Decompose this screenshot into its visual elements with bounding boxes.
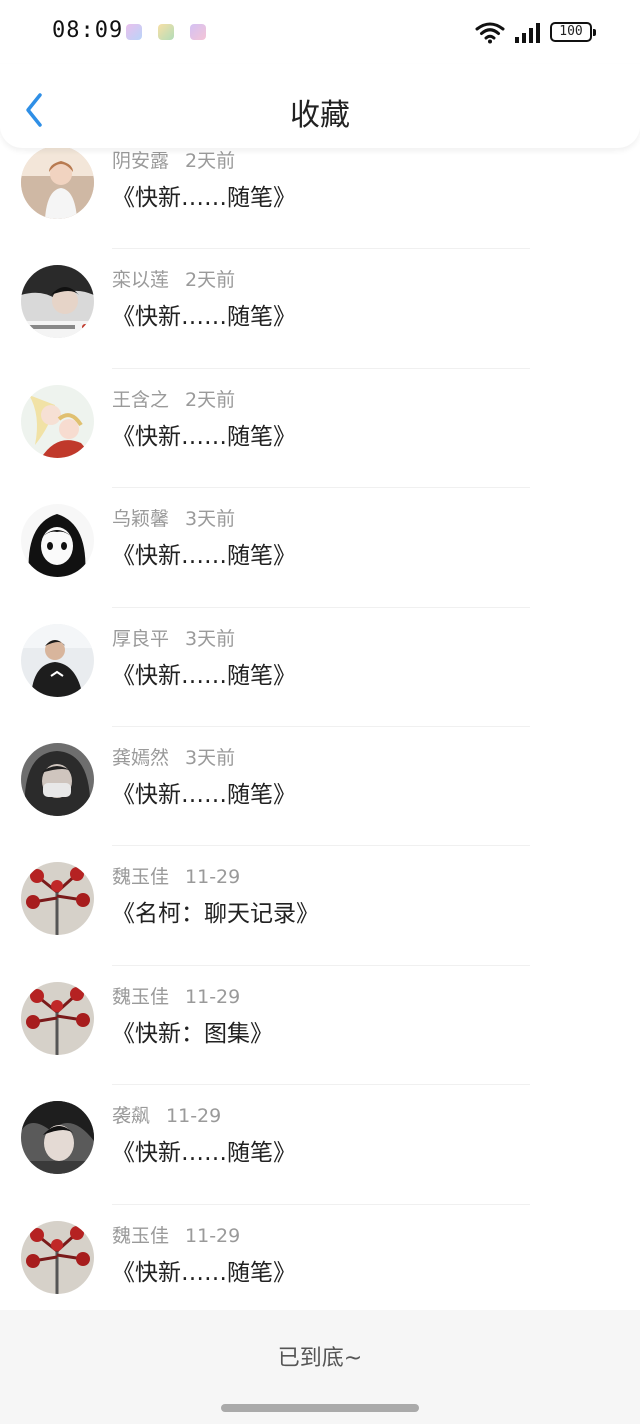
app-notification-icon <box>190 24 206 40</box>
item-title: 《快新……随笔》 <box>112 662 296 689</box>
item-title: 《快新……随笔》 <box>112 781 296 808</box>
item-meta: 魏玉佳 11-29 <box>112 1221 240 1248</box>
wifi-icon <box>475 22 505 44</box>
item-title: 《名柯：聊天记录》 <box>112 901 319 928</box>
author-name: 王含之 <box>112 388 170 411</box>
header-bar: 收藏 <box>0 64 640 148</box>
list-item[interactable]: 魏玉佳 11-29 《快新：图集》 <box>0 966 640 1086</box>
list-item[interactable]: 魏玉佳 11-29 《快新……随笔》 <box>0 1205 640 1324</box>
status-time: 08:09 <box>52 18 124 43</box>
avatar[interactable] <box>21 862 94 936</box>
item-title: 《快新……随笔》 <box>112 1140 296 1167</box>
item-title: 《快新……随笔》 <box>112 185 296 211</box>
list-item[interactable]: 王含之 2天前 《快新……随笔》 <box>0 369 640 489</box>
avatar[interactable] <box>21 1220 94 1294</box>
list-item[interactable]: 魏玉佳 11-29 《名柯：聊天记录》 <box>0 846 640 966</box>
signal-icon <box>515 23 540 43</box>
item-title: 《快新……随笔》 <box>112 543 296 570</box>
item-meta: 栾以莲 2天前 <box>112 265 235 292</box>
item-date: 3天前 <box>185 508 236 531</box>
home-indicator[interactable] <box>221 1404 419 1412</box>
item-date: 3天前 <box>185 746 236 769</box>
author-name: 魏玉佳 <box>112 985 170 1008</box>
item-date: 2天前 <box>185 150 236 172</box>
item-date: 2天前 <box>185 269 236 292</box>
list-item[interactable]: 栾以莲 2天前 《快新……随笔》 <box>0 249 640 369</box>
list-item[interactable]: 厚良平 3天前 《快新……随笔》 <box>0 608 640 727</box>
author-name: 龚嫣然 <box>112 746 170 769</box>
list-footer: 已到底~ <box>0 1310 640 1424</box>
author-name: 魏玉佳 <box>112 1224 170 1247</box>
item-title: 《快新：图集》 <box>112 1020 273 1047</box>
item-date: 3天前 <box>185 627 236 650</box>
item-meta: 袭飙 11-29 <box>112 1101 221 1128</box>
favorites-list: 阴安露 2天前 《快新……随笔》 栾以莲 2天前 《快新……随笔》 王含之 2天… <box>0 130 640 1324</box>
avatar[interactable] <box>21 1101 94 1175</box>
item-date: 11-29 <box>166 1105 222 1128</box>
app-notification-icon <box>158 24 174 40</box>
item-date: 11-29 <box>185 1224 241 1247</box>
battery-icon: 100 <box>550 22 596 42</box>
item-meta: 厚良平 3天前 <box>112 624 235 651</box>
author-name: 栾以莲 <box>112 269 170 292</box>
item-meta: 魏玉佳 11-29 <box>112 862 240 889</box>
page-title: 收藏 <box>290 98 350 133</box>
avatar[interactable] <box>21 981 94 1055</box>
list-item[interactable]: 乌颖馨 3天前 《快新……随笔》 <box>0 488 640 608</box>
author-name: 厚良平 <box>112 627 170 650</box>
author-name: 乌颖馨 <box>112 508 170 531</box>
item-date: 11-29 <box>185 866 241 889</box>
list-item[interactable]: 袭飙 11-29 《快新……随笔》 <box>0 1085 640 1205</box>
item-title: 《快新……随笔》 <box>112 423 296 450</box>
avatar[interactable] <box>21 146 94 219</box>
avatar[interactable] <box>21 742 94 816</box>
avatar[interactable] <box>21 504 94 578</box>
item-meta: 阴安露 2天前 <box>112 146 235 173</box>
author-name: 魏玉佳 <box>112 866 170 889</box>
item-title: 《快新……随笔》 <box>112 1259 296 1286</box>
app-notification-icon <box>126 24 142 40</box>
status-bar: 08:09 100 <box>0 0 640 64</box>
item-meta: 魏玉佳 11-29 <box>112 982 240 1009</box>
avatar[interactable] <box>21 384 94 458</box>
end-of-list-text: 已到底~ <box>277 1346 363 1371</box>
author-name: 阴安露 <box>112 150 170 172</box>
item-date: 2天前 <box>185 388 236 411</box>
avatar[interactable] <box>21 265 94 339</box>
item-title: 《快新……随笔》 <box>112 304 296 331</box>
avatar[interactable] <box>21 623 94 697</box>
item-date: 11-29 <box>185 985 241 1008</box>
item-meta: 龚嫣然 3天前 <box>112 743 235 770</box>
battery-level: 100 <box>559 24 583 39</box>
author-name: 袭飙 <box>112 1105 151 1128</box>
item-meta: 王含之 2天前 <box>112 385 235 412</box>
list-item[interactable]: 龚嫣然 3天前 《快新……随笔》 <box>0 727 640 847</box>
item-meta: 乌颖馨 3天前 <box>112 504 235 531</box>
